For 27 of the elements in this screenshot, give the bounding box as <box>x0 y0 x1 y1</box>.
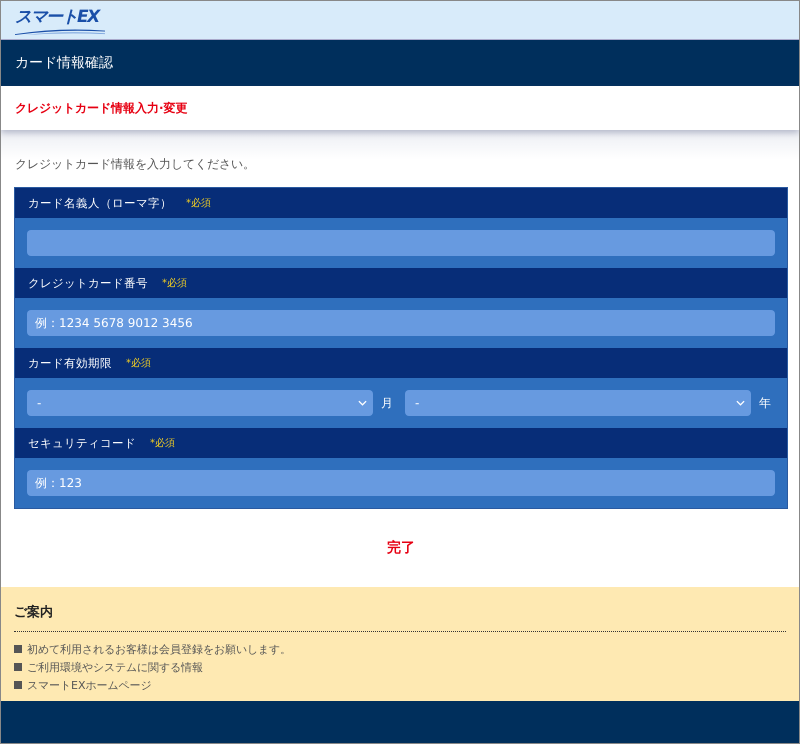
required-mark: *必須 <box>162 276 187 290</box>
required-mark: *必須 <box>126 356 151 370</box>
input-field[interactable] <box>27 230 775 256</box>
square-icon <box>14 681 22 689</box>
guide-link[interactable]: スマートEXホームページ <box>27 678 152 692</box>
intro-text: クレジットカード情報を入力してください。 <box>15 156 256 173</box>
field-label: セキュリティコード <box>28 436 136 450</box>
input-field[interactable]: 例：123 <box>27 470 775 496</box>
guide-link[interactable]: 初めて利用されるお客様は会員登録をお願いします。 <box>27 642 291 656</box>
guide-link[interactable]: ご利用環境やシステムに関する情報 <box>27 660 203 674</box>
page-title: クレジットカード情報入力·変更 <box>15 100 188 116</box>
guide-title: ご案内 <box>14 603 786 632</box>
input-field[interactable]: 例：1234 5678 9012 3456 <box>27 310 775 336</box>
field-label: カード名義人（ローマ字） <box>28 196 172 210</box>
required-mark: *必須 <box>186 196 211 210</box>
required-mark: *必須 <box>150 436 175 450</box>
chevron-icon <box>358 400 367 406</box>
unit-label: 月 <box>381 394 393 412</box>
logo: スマートEX <box>15 6 107 34</box>
chevron-icon <box>736 400 745 406</box>
square-icon <box>14 645 22 653</box>
header-title: カード情報確認 <box>15 54 113 72</box>
field-label: クレジットカード番号 <box>28 276 148 290</box>
complete-button[interactable]: 完了 <box>383 537 419 559</box>
field-label: カード有効期限 <box>28 356 112 370</box>
unit-label: 年 <box>759 394 771 412</box>
square-icon <box>14 663 22 671</box>
